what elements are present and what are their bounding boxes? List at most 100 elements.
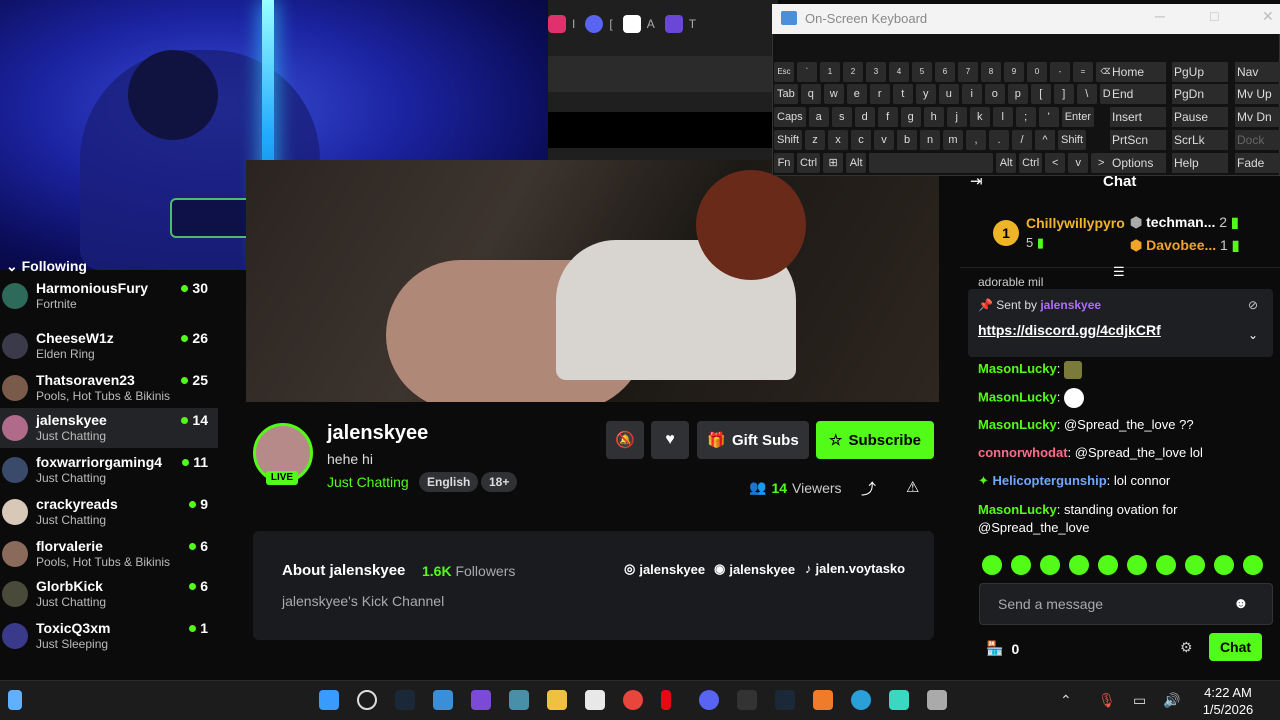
osk-key[interactable]: p	[1007, 84, 1028, 104]
chat-send-button[interactable]: Chat	[1209, 633, 1262, 661]
video-player[interactable]	[246, 160, 939, 402]
osk-key[interactable]: j	[946, 107, 967, 127]
emote[interactable]	[1040, 555, 1060, 575]
gear-icon[interactable]: ⚙	[1180, 639, 1193, 656]
emote[interactable]	[1214, 555, 1234, 575]
snipping-icon[interactable]	[927, 690, 947, 710]
osk-key[interactable]: 3	[866, 62, 886, 82]
osk-key[interactable]: l	[992, 107, 1013, 127]
osk-key[interactable]: Alt	[846, 153, 867, 173]
osk-key[interactable]: '	[1038, 107, 1059, 127]
leaderboard-entry[interactable]: ⬢ Davobee... 1 ▮	[1130, 237, 1239, 254]
sidebar-item[interactable]: florvalerie Pools, Hot Tubs & Bikinis 6	[0, 534, 218, 574]
thermometer-icon[interactable]	[8, 690, 22, 710]
osk-key[interactable]: 1	[820, 62, 840, 82]
tag-language[interactable]: English	[419, 472, 479, 492]
osk-key[interactable]: m	[943, 130, 964, 150]
osk-key[interactable]: ]	[1053, 84, 1074, 104]
osk-nav-key[interactable]: Home	[1110, 62, 1166, 82]
osk-key[interactable]: u	[938, 84, 959, 104]
osk-key[interactable]: Ctrl	[1019, 153, 1043, 173]
osk-key[interactable]: Enter	[1061, 107, 1094, 127]
osk-key[interactable]: ,	[966, 130, 987, 150]
volume-icon[interactable]: 🔊	[1163, 692, 1180, 709]
chat-input[interactable]: Send a message	[979, 583, 1273, 625]
channel-name[interactable]: jalenskyee	[327, 422, 428, 445]
sidebar-item[interactable]: GlorbKick Just Chatting 6	[0, 574, 218, 614]
app-icon[interactable]	[471, 690, 491, 710]
osk-key[interactable]: h	[923, 107, 944, 127]
osk-nav-key[interactable]: Help	[1172, 153, 1228, 173]
browser-tab[interactable]: I	[548, 15, 575, 33]
osk-key[interactable]: 5	[912, 62, 932, 82]
pinned-link[interactable]: https://discord.gg/4cdjkCRf	[978, 322, 1161, 338]
osk-key[interactable]: o	[984, 84, 1005, 104]
network-icon[interactable]: ▭	[1133, 692, 1146, 709]
sidebar-item[interactable]: CheeseW1z Elden Ring 26	[0, 326, 218, 366]
social-instagram[interactable]: ◎ jalenskyee	[624, 561, 705, 577]
osk-key[interactable]: ^	[1035, 130, 1056, 150]
osk-key[interactable]: s	[831, 107, 852, 127]
sidebar-item[interactable]: ToxicQ3xm Just Sleeping 1	[0, 616, 218, 656]
tag-age[interactable]: 18+	[481, 472, 518, 492]
osk-key[interactable]	[869, 153, 994, 173]
osk-key[interactable]: e	[846, 84, 867, 104]
address-bar[interactable]	[548, 56, 778, 92]
social-discord[interactable]: ◉ jalenskyee	[714, 561, 795, 577]
osk-key[interactable]: >	[1091, 153, 1112, 173]
stream-category[interactable]: Just Chatting	[327, 474, 409, 490]
osk-key[interactable]: 0	[1027, 62, 1047, 82]
browser-tab[interactable]: A	[622, 15, 655, 33]
osk-key[interactable]: <	[1045, 153, 1066, 173]
chrome-icon[interactable]	[623, 690, 643, 710]
chevron-up-icon[interactable]: ⌃	[1060, 692, 1072, 709]
social-tiktok[interactable]: ♪ jalen.voytasko	[805, 561, 905, 576]
steam-icon[interactable]	[775, 690, 795, 710]
folder-icon[interactable]	[547, 690, 567, 710]
osk-key[interactable]: g	[900, 107, 921, 127]
osk-key[interactable]: `	[797, 62, 817, 82]
osk-key[interactable]: i	[961, 84, 982, 104]
store-icon[interactable]	[585, 690, 605, 710]
osk-key[interactable]: 7	[958, 62, 978, 82]
share-icon[interactable]: ⤴	[861, 478, 876, 499]
minimize-icon[interactable]: ─	[1155, 8, 1165, 24]
emote[interactable]	[1098, 555, 1118, 575]
leaderboard-top-name[interactable]: Chillywillypyro	[1026, 215, 1125, 231]
osk-key[interactable]: 8	[981, 62, 1001, 82]
osk-key[interactable]: Fn	[774, 153, 794, 173]
osk-key[interactable]: Shift	[1058, 130, 1087, 150]
osk-nav-key[interactable]: PgDn	[1172, 84, 1228, 104]
app-icon[interactable]	[737, 690, 757, 710]
osk-nav-key[interactable]: Insert	[1110, 107, 1166, 127]
emote[interactable]	[1011, 555, 1031, 575]
osk-key[interactable]: b	[897, 130, 918, 150]
leaderboard-entry[interactable]: ⬢ techman... 2 ▮	[1130, 214, 1239, 231]
osk-key[interactable]: a	[808, 107, 829, 127]
steam-icon[interactable]	[395, 690, 415, 710]
emote[interactable]	[982, 555, 1002, 575]
microphone-icon[interactable]: 🎙	[1098, 692, 1116, 709]
app-icon[interactable]	[889, 690, 909, 710]
osk-nav-key[interactable]: Nav	[1235, 62, 1280, 82]
osk-nav-key[interactable]: Dock	[1235, 130, 1280, 150]
osk-nav-key[interactable]: Options	[1110, 153, 1166, 173]
osk-key[interactable]: Tab	[774, 84, 798, 104]
osk-nav-key[interactable]: Mv Dn	[1235, 107, 1280, 127]
search-icon[interactable]	[357, 690, 377, 710]
osk-key[interactable]: ;	[1015, 107, 1036, 127]
sidebar-item[interactable]: Thatsoraven23 Pools, Hot Tubs & Bikinis 25	[0, 368, 218, 408]
osk-key[interactable]: x	[828, 130, 849, 150]
discord-icon[interactable]	[699, 690, 719, 710]
channel-points[interactable]: 🏪 0	[986, 640, 1019, 657]
osk-key[interactable]: q	[800, 84, 821, 104]
osk-nav-key[interactable]: PgUp	[1172, 62, 1228, 82]
osk-key[interactable]: 6	[935, 62, 955, 82]
osk-key[interactable]: 9	[1004, 62, 1024, 82]
following-heading[interactable]: ⌄ Following	[0, 258, 87, 278]
mail-icon[interactable]	[433, 690, 453, 710]
start-icon[interactable]	[319, 690, 339, 710]
follow-button[interactable]: ♥	[651, 421, 689, 459]
osk-key[interactable]: v	[874, 130, 895, 150]
emote[interactable]	[1069, 555, 1089, 575]
